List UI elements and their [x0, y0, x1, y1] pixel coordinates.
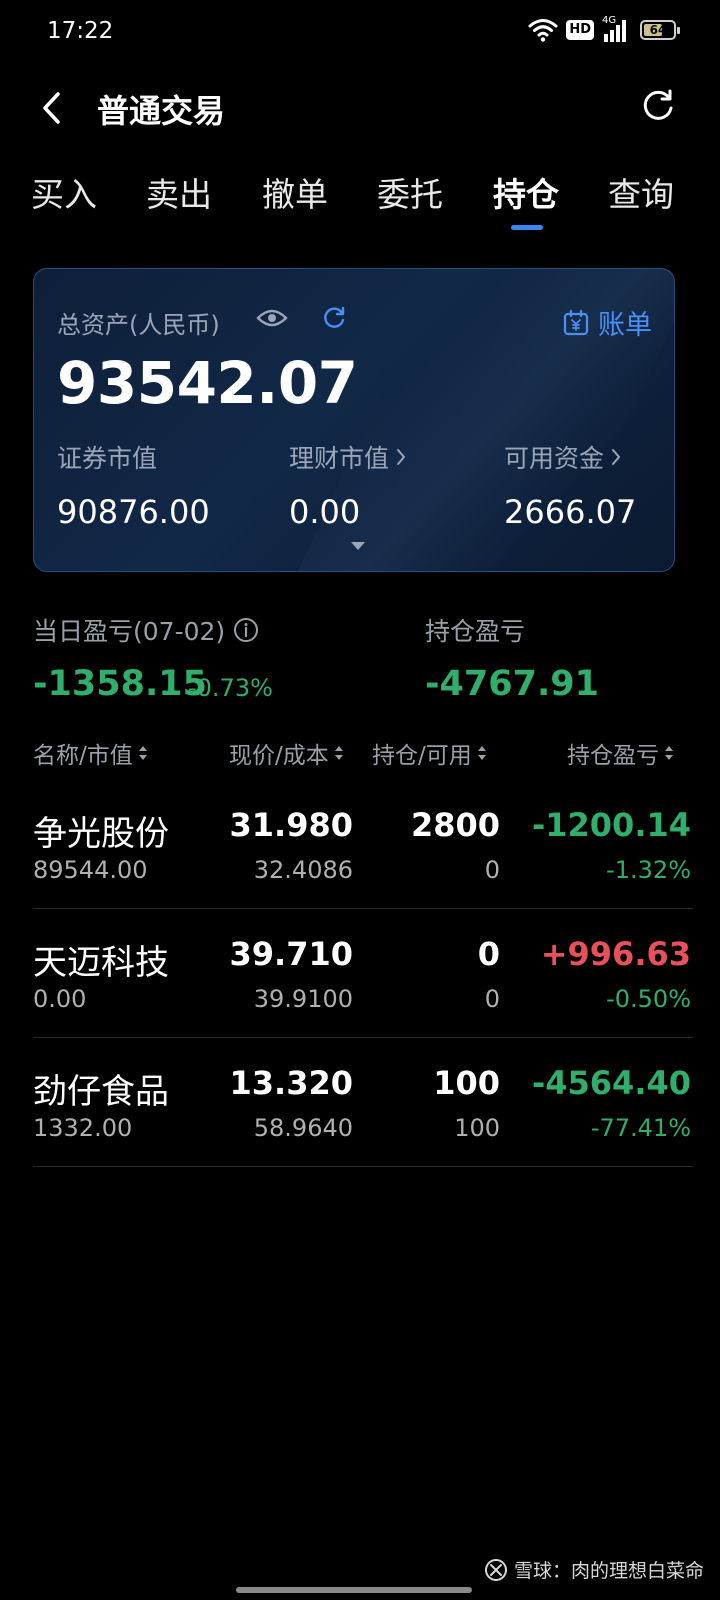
asset-summary-card: 总资产(人民币) 账单 93542.07 证券市值 90876.00 理财市值 …	[33, 268, 675, 572]
snowball-logo-icon	[484, 1558, 507, 1581]
position-pl: -4564.40	[531, 1064, 691, 1102]
sort-by-name-mv[interactable]: 名称/市值	[33, 736, 149, 770]
sort-by-price-cost[interactable]: 现价/成本	[229, 736, 345, 770]
market-value: 0.00	[33, 985, 87, 1013]
eye-icon[interactable]	[256, 307, 288, 329]
current-price: 39.710	[229, 935, 353, 973]
sort-icon	[477, 746, 486, 760]
sort-by-holding[interactable]: 持仓/可用	[372, 736, 488, 770]
available-qty: 0	[484, 856, 500, 884]
watermark-text: 雪球：肉的理想白菜命	[513, 1560, 704, 1582]
total-assets-label: 总资产(人民币)	[57, 311, 220, 339]
sort-icon	[138, 746, 147, 760]
bill-label: 账单	[598, 310, 652, 341]
tab-positions[interactable]: 持仓	[493, 168, 559, 216]
tab-orders[interactable]: 委托	[377, 168, 443, 216]
securities-value: 90876.00	[57, 493, 210, 531]
market-value: 1332.00	[33, 1114, 133, 1142]
column-header-holding: 持仓/可用	[372, 743, 472, 769]
position-row[interactable]: 劲仔食品 1332.00 13.320 58.9640 100 100 -456…	[33, 1038, 693, 1167]
stock-name: 争光股份	[33, 814, 169, 854]
home-indicator[interactable]	[236, 1587, 472, 1593]
watermark: 雪球：肉的理想白菜命	[484, 1556, 704, 1583]
pl-summary: 当日盈亏(07-02) 持仓盈亏 -1358.15 -0.73% -4767.9…	[0, 612, 720, 712]
available-qty: 0	[484, 985, 500, 1013]
available-funds-label: 可用资金	[504, 444, 605, 473]
cost-price: 39.9100	[253, 985, 353, 1013]
holding-qty: 2800	[410, 806, 500, 844]
wifi-icon	[528, 19, 558, 42]
chevron-left-icon[interactable]	[36, 88, 68, 128]
tab-sell[interactable]: 卖出	[146, 168, 212, 216]
available-funds-value: 2666.07	[504, 493, 637, 531]
battery-level: 64	[649, 23, 667, 37]
available-qty: 100	[454, 1114, 500, 1142]
refresh-assets-icon[interactable]	[321, 305, 347, 331]
status-time: 17:22	[47, 18, 114, 44]
sort-by-pl[interactable]: 持仓盈亏	[567, 736, 675, 770]
signal-icon: 4G	[602, 15, 626, 42]
position-pl: -1200.14	[531, 806, 691, 844]
daily-pl-percent: -0.73%	[188, 674, 273, 702]
cost-price: 58.9640	[253, 1114, 353, 1142]
chevron-right-icon	[612, 449, 621, 465]
holding-pl-value: -4767.91	[425, 664, 599, 704]
app-header: 普通交易	[0, 72, 720, 142]
tab-query[interactable]: 查询	[608, 168, 674, 216]
position-pl: +996.63	[540, 935, 691, 973]
active-tab-indicator	[511, 225, 543, 230]
status-icons: HD 4G 64	[528, 15, 680, 43]
position-pl-percent: -0.50%	[606, 985, 691, 1013]
trade-tabs: 买入 卖出 撤单 委托 持仓 查询	[0, 168, 720, 238]
page-title: 普通交易	[97, 92, 226, 130]
holding-qty: 0	[477, 935, 500, 973]
chevron-right-icon	[397, 449, 406, 465]
tab-buy[interactable]: 买入	[31, 168, 97, 216]
current-price: 13.320	[229, 1064, 353, 1102]
total-assets-value: 93542.07	[57, 349, 358, 417]
status-bar: 17:22 HD 4G 64	[0, 0, 720, 64]
wealth-label: 理财市值	[289, 444, 390, 473]
position-row[interactable]: 争光股份 89544.00 31.980 32.4086 2800 0 -120…	[33, 780, 693, 909]
daily-pl-value: -1358.15	[33, 664, 207, 704]
daily-pl-label: 当日盈亏(07-02)	[33, 617, 226, 646]
sort-icon	[665, 746, 673, 760]
position-pl-percent: -1.32%	[606, 856, 691, 884]
market-value: 89544.00	[33, 856, 148, 884]
securities-value-block: 证券市值 90876.00	[57, 439, 210, 531]
available-funds-block[interactable]: 可用资金 2666.07	[504, 439, 636, 531]
holding-qty: 100	[433, 1064, 500, 1102]
stock-name: 天迈科技	[33, 943, 169, 983]
column-header-price: 现价/成本	[229, 743, 329, 769]
wealth-value: 0.00	[289, 493, 361, 531]
sort-icon	[334, 746, 343, 760]
network-type-label: 4G	[602, 15, 617, 26]
wealth-value-block[interactable]: 理财市值 0.00	[289, 439, 407, 531]
current-price: 31.980	[229, 806, 353, 844]
hd-badge: HD	[566, 20, 594, 40]
securities-label: 证券市值	[57, 444, 158, 473]
calendar-yuan-icon	[563, 309, 589, 335]
bill-button[interactable]: 账单	[562, 303, 652, 342]
battery-icon: 64	[640, 20, 680, 40]
column-header-name: 名称/市值	[33, 743, 133, 769]
stock-name: 劲仔食品	[33, 1072, 169, 1112]
column-header-pl: 持仓盈亏	[567, 743, 659, 769]
info-icon[interactable]	[233, 617, 259, 643]
holding-pl-label: 持仓盈亏	[425, 617, 526, 646]
refresh-icon[interactable]	[638, 86, 678, 126]
cost-price: 32.4086	[253, 856, 353, 884]
position-row[interactable]: 天迈科技 0.00 39.710 39.9100 0 0 +996.63 -0.…	[33, 909, 693, 1038]
tab-cancel[interactable]: 撤单	[262, 168, 328, 216]
positions-table-header: 名称/市值 现价/成本 持仓/可用 持仓盈亏	[0, 736, 720, 776]
position-pl-percent: -77.41%	[590, 1114, 691, 1142]
caret-down-icon[interactable]	[350, 541, 366, 551]
